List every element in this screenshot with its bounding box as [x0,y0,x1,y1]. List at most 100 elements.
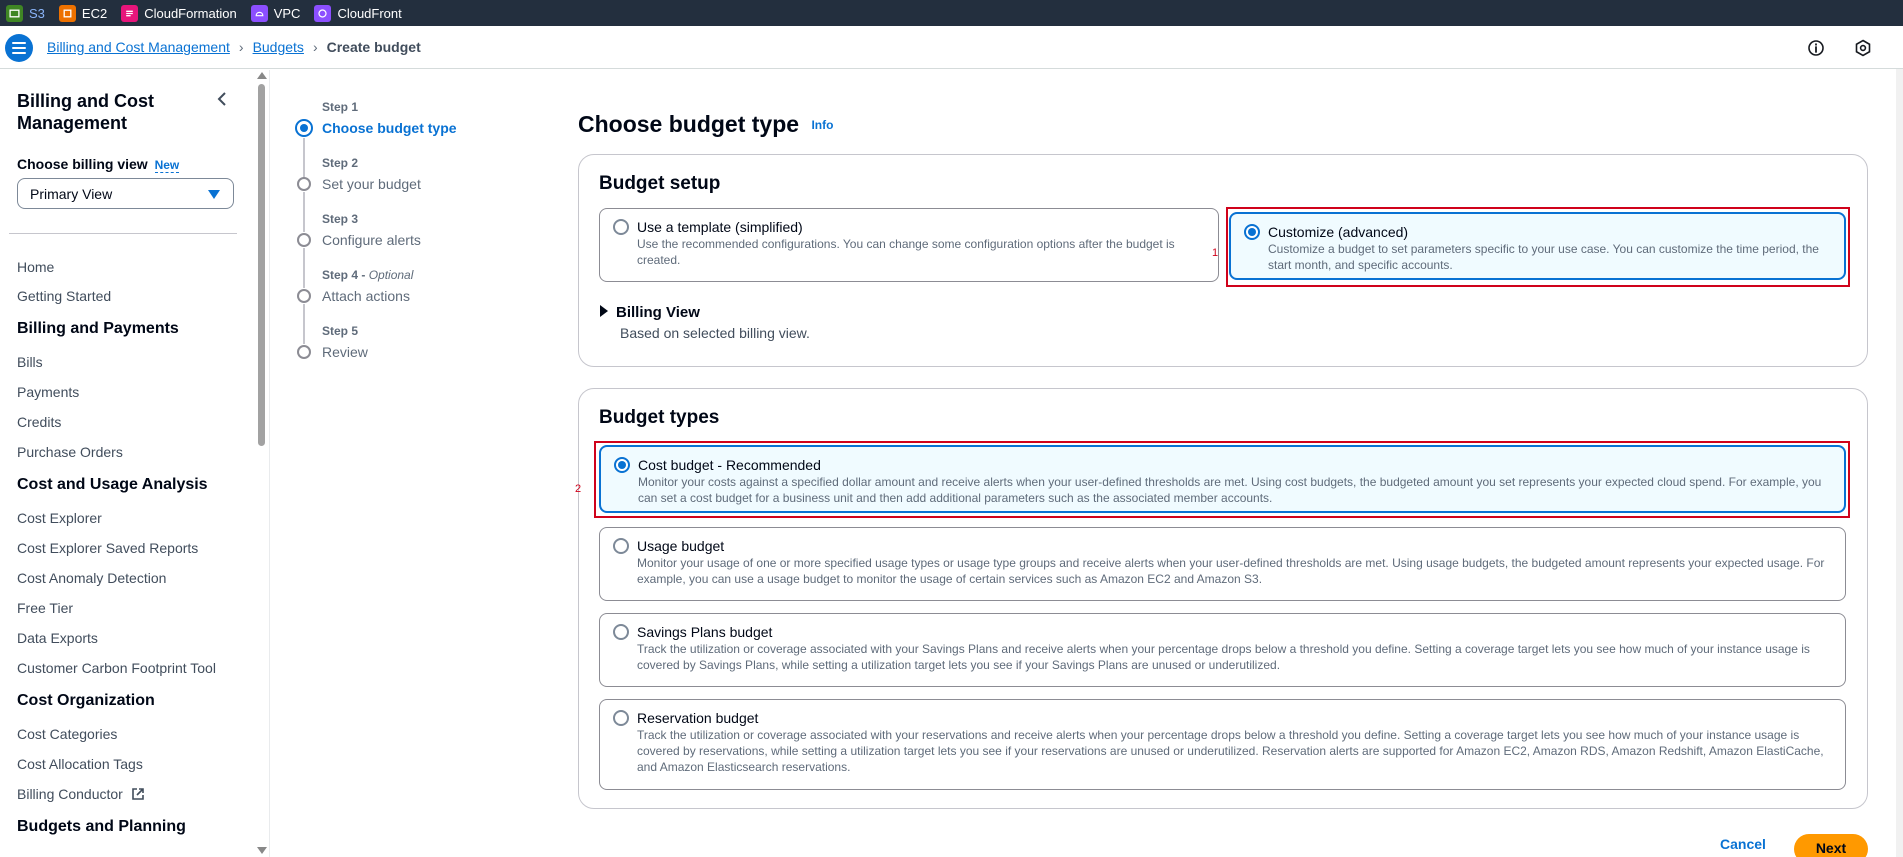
step-4-indicator [297,289,311,303]
sidebar-item-carbon-footprint[interactable]: Customer Carbon Footprint Tool [17,660,216,676]
page-header: Billing and Cost Management › Budgets › … [0,26,1903,69]
step-1[interactable]: Step 1 Choose budget type [322,100,457,136]
page-title: Choose budget type Info [578,111,833,138]
step-2-indicator [297,177,311,191]
hamburger-icon [12,42,26,54]
service-cloudformation[interactable]: CloudFormation [121,4,237,22]
sidebar-item-home[interactable]: Home [17,259,54,275]
sidebar-item-label: Billing Conductor [17,786,123,802]
sidebar-item-cost-allocation-tags[interactable]: Cost Allocation Tags [17,756,143,772]
cancel-button[interactable]: Cancel [1720,836,1766,852]
service-cloudfront[interactable]: CloudFront [314,4,402,22]
radio-button[interactable] [613,710,629,726]
breadcrumb-budgets-link[interactable]: Budgets [253,39,304,55]
info-link[interactable]: Info [811,118,833,132]
step-2: Step 2 Set your budget [322,156,421,192]
sidebar-item-free-tier[interactable]: Free Tier [17,600,73,616]
reservation-budget-option[interactable]: Reservation budget Track the utilization… [599,699,1846,790]
step-optional-text: Optional [368,268,414,282]
radio-button[interactable] [613,219,629,235]
service-label: S3 [29,5,45,21]
caret-right-icon [600,305,608,317]
external-link-icon [131,788,144,800]
step-title: Attach actions [322,288,410,304]
sidebar-item-cost-anomaly-detection[interactable]: Cost Anomaly Detection [17,570,166,586]
sidebar-item-billing-conductor[interactable]: Billing Conductor [17,786,145,802]
budget-types-heading: Budget types [599,407,720,428]
sidebar-item-cost-explorer-saved-reports[interactable]: Cost Explorer Saved Reports [17,540,198,556]
use-template-option[interactable]: Use a template (simplified) Use the reco… [599,208,1219,282]
chevron-right-icon: › [238,39,244,55]
step-title: Choose budget type [322,120,457,136]
option-title: Reservation budget [637,710,759,726]
highlight-box [1226,207,1850,287]
budget-setup-heading: Budget setup [599,173,721,194]
billing-view-label: Choose billing view New [17,156,180,173]
side-navigation: Billing and Cost Management Choose billi… [0,70,270,857]
step-connector [303,192,305,232]
nav-divider [9,233,237,234]
step-connector [303,138,305,178]
page-scrollbar[interactable] [1896,69,1903,857]
step-4: Step 4 - Optional Attach actions [322,268,413,304]
expander-label: Billing View [616,304,700,321]
settings-icon[interactable] [1854,39,1872,57]
sidebar-item-credits[interactable]: Credits [17,414,61,430]
sidebar-item-purchase-orders[interactable]: Purchase Orders [17,444,123,460]
scroll-down-icon[interactable] [257,847,267,854]
breadcrumb-billing-link[interactable]: Billing and Cost Management [47,39,230,55]
service-label: CloudFront [337,5,402,21]
info-icon[interactable] [1807,39,1825,57]
sidebar-title: Billing and Cost Management [17,91,154,133]
sidebar-section-cost-usage-analysis: Cost and Usage Analysis [17,476,208,493]
next-button[interactable]: Next [1794,834,1868,857]
billing-view-expander[interactable]: Billing View [600,304,700,321]
sidebar-scrollbar[interactable] [252,70,269,857]
step-title: Configure alerts [322,232,421,248]
scroll-up-icon[interactable] [257,72,267,79]
scrollbar-thumb[interactable] [258,84,265,446]
service-s3[interactable]: S3 [6,4,45,22]
step-5: Step 5 Review [322,324,368,360]
radio-button[interactable] [613,624,629,640]
ec2-icon [58,4,76,22]
highlight-box [594,441,1850,518]
new-badge[interactable]: New [154,158,180,173]
option-title: Use a template (simplified) [637,219,803,235]
breadcrumb: Billing and Cost Management › Budgets › … [47,39,421,55]
service-label: CloudFormation [144,5,237,21]
sidebar-section-cost-organization: Cost Organization [17,692,155,709]
step-connector [303,248,305,288]
step-title: Review [322,344,368,360]
sidebar-item-bills[interactable]: Bills [17,354,43,370]
cloudfront-icon [314,4,332,22]
vpc-icon [250,4,268,22]
hamburger-menu-button[interactable] [5,34,33,62]
step-label: Step 3 [322,212,359,226]
sidebar-item-payments[interactable]: Payments [17,384,79,400]
service-vpc[interactable]: VPC [250,4,300,22]
billing-view-description: Based on selected billing view. [620,325,810,341]
step-title: Set your budget [322,176,421,192]
annotation-number: 2 [575,483,582,495]
caret-down-icon [208,190,220,199]
step-label-text: Step 4 [322,268,359,282]
service-ec2[interactable]: EC2 [58,4,107,22]
billing-view-select[interactable]: Primary View [17,178,234,209]
sidebar-section-budgets-planning: Budgets and Planning [17,818,186,835]
radio-button[interactable] [613,538,629,554]
collapse-sidebar-icon[interactable] [214,90,232,108]
step-label: Step 1 [322,100,359,114]
savings-plans-budget-option[interactable]: Savings Plans budget Track the utilizati… [599,613,1846,687]
service-shortcut-bar: S3 EC2 CloudFormation VPC CloudFront [0,0,1903,26]
sidebar-item-getting-started[interactable]: Getting Started [17,288,111,304]
sidebar-item-cost-categories[interactable]: Cost Categories [17,726,117,742]
budget-setup-card: Budget setup Use a template (simplified)… [578,154,1868,367]
step-1-indicator [295,119,313,137]
sidebar-item-data-exports[interactable]: Data Exports [17,630,98,646]
billing-view-value: Primary View [30,186,113,202]
billing-view-label-text: Choose billing view [17,156,148,172]
option-description: Track the utilization or coverage associ… [637,728,1824,774]
sidebar-item-cost-explorer[interactable]: Cost Explorer [17,510,102,526]
usage-budget-option[interactable]: Usage budget Monitor your usage of one o… [599,527,1846,601]
